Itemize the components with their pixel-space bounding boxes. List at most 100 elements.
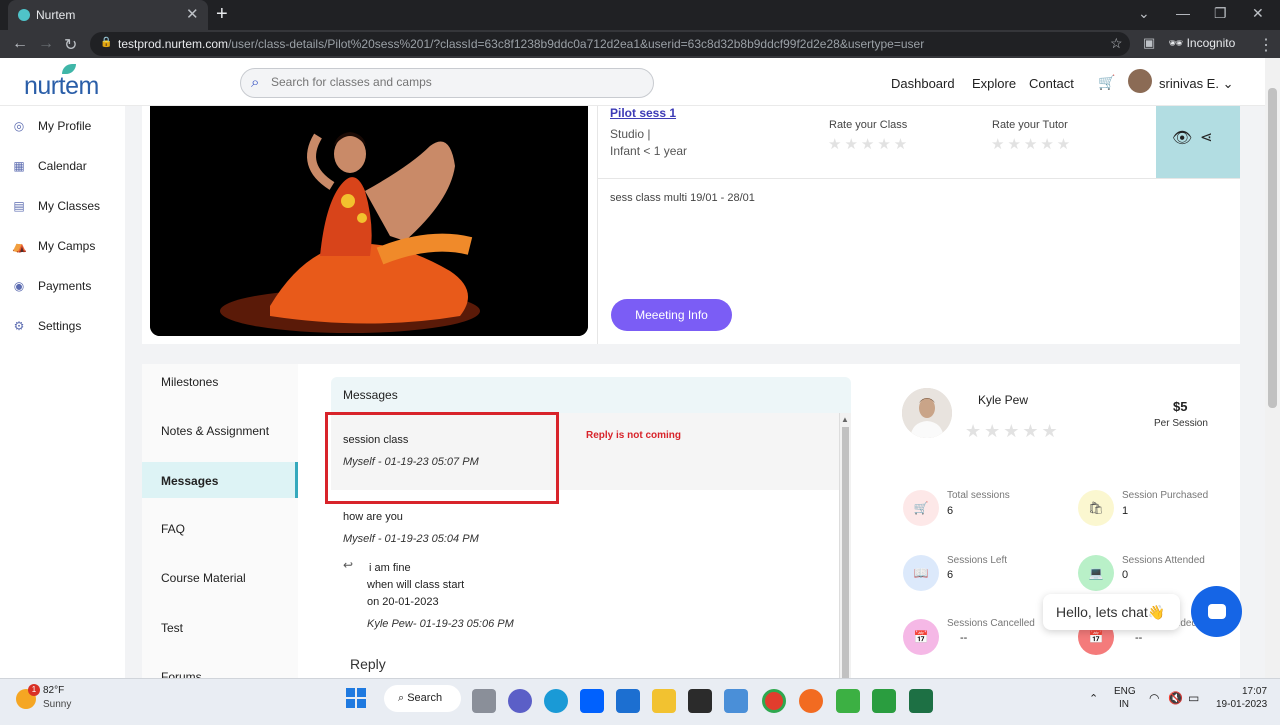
nav-dashboard[interactable]: Dashboard: [891, 76, 955, 91]
camps-icon: ⛺: [12, 239, 27, 253]
settings-icon: ⚙: [13, 319, 25, 333]
reply-meta: Kyle Pew- 01-19-23 05:06 PM: [367, 618, 514, 630]
rate-class-stars[interactable]: ★★★★★: [828, 135, 910, 153]
tutor-avatar: [902, 388, 952, 438]
meeting-info-button[interactable]: Meeeting Info: [611, 299, 732, 331]
nav-explore[interactable]: Explore: [972, 76, 1016, 91]
teams-chat-icon[interactable]: [508, 689, 532, 713]
avatar[interactable]: [1128, 69, 1152, 93]
class-title[interactable]: Pilot sess 1: [610, 106, 676, 120]
wifi-icon[interactable]: ◠: [1149, 691, 1159, 705]
chat-greeting-popup[interactable]: Hello, lets chat👋: [1043, 594, 1180, 630]
volume-mute-icon[interactable]: 🔇: [1168, 691, 1183, 705]
stat-value: --: [1135, 632, 1143, 644]
incognito-label: Incognito: [1186, 36, 1236, 50]
show-hidden-icons[interactable]: ⌃: [1089, 692, 1098, 705]
app-k2-icon[interactable]: [872, 689, 896, 713]
chrome-icon[interactable]: [762, 689, 786, 713]
side-panel-icon[interactable]: ▣: [1143, 35, 1155, 51]
tab-test[interactable]: Test: [161, 621, 183, 635]
app-k-icon[interactable]: [836, 689, 860, 713]
reload-icon[interactable]: ↻: [64, 35, 77, 55]
stat-value: --: [960, 632, 968, 644]
start-windows-icon[interactable]: [346, 688, 366, 708]
scroll-up-icon[interactable]: ▲: [841, 415, 849, 424]
reply-button[interactable]: Reply: [350, 656, 386, 672]
reply-arrow-icon: ↩: [343, 558, 354, 572]
excel-icon[interactable]: [909, 689, 933, 713]
bookmark-star-icon[interactable]: ☆: [1110, 35, 1123, 52]
lang-line1[interactable]: ENG: [1114, 686, 1136, 697]
sidebar-item-label: My Camps: [38, 239, 96, 253]
browser-tab-strip: Nurtem ✕ + ⌄ — ❐ ✕: [0, 0, 1280, 30]
sidebar-item-settings[interactable]: ⚙ Settings: [12, 316, 82, 336]
browser-menu-icon[interactable]: ⋮: [1258, 35, 1274, 55]
lang-line2[interactable]: IN: [1119, 699, 1129, 710]
taskbar-search[interactable]: ⌕ Search: [384, 685, 461, 712]
page-scrollbar[interactable]: [1265, 58, 1280, 678]
close-tab-icon[interactable]: ✕: [186, 5, 199, 23]
url-field[interactable]: testprod.nurtem.com/user/class-details/P…: [90, 32, 1130, 56]
maximize-icon[interactable]: ❐: [1214, 5, 1227, 22]
rate-tutor-stars[interactable]: ★★★★★: [991, 135, 1073, 153]
stat-value: 1: [1122, 505, 1129, 517]
search-bar[interactable]: ⌕: [240, 68, 654, 98]
nurtem-logo[interactable]: nurtem: [24, 64, 99, 101]
rate-class-label: Rate your Class: [829, 119, 908, 131]
laptop-icon: 💻: [1078, 555, 1114, 591]
battery-icon[interactable]: ▭: [1188, 691, 1199, 705]
sidebar-item-label: Settings: [38, 319, 82, 333]
task-view-icon[interactable]: [472, 689, 496, 713]
messages-scrollbar[interactable]: ▲: [839, 413, 851, 678]
firefox-icon[interactable]: [799, 689, 823, 713]
view-eye-icon[interactable]: 👁: [1172, 128, 1192, 148]
incognito-indicator[interactable]: 🕶 Incognito: [1168, 36, 1235, 50]
book-icon: 📖: [903, 555, 939, 591]
clock-time[interactable]: 17:07: [1242, 686, 1267, 697]
sidebar-item-my-profile[interactable]: ◎ My Profile: [12, 116, 92, 136]
app-icon[interactable]: [688, 689, 712, 713]
back-icon[interactable]: ←: [12, 35, 28, 53]
dancer-image-icon: [150, 106, 588, 336]
dropbox-icon[interactable]: [580, 689, 604, 713]
nurtem-favicon-icon: [18, 9, 30, 21]
cart-icon[interactable]: 🛒: [1098, 74, 1115, 91]
search-icon[interactable]: ⌕: [251, 74, 259, 91]
price: $5: [1173, 399, 1188, 414]
notepad-icon[interactable]: [724, 689, 748, 713]
tab-milestones[interactable]: Milestones: [161, 375, 218, 389]
sidebar-item-my-camps[interactable]: ⛺ My Camps: [12, 236, 95, 256]
share-icon[interactable]: ⋖: [1200, 128, 1213, 146]
chat-launcher-button[interactable]: [1191, 586, 1242, 637]
tab-faq[interactable]: FAQ: [161, 522, 185, 536]
tab-search-icon[interactable]: ⌄: [1138, 5, 1150, 22]
tab-course-material[interactable]: Course Material: [161, 571, 246, 585]
mail-icon[interactable]: [616, 689, 640, 713]
sidebar-item-my-classes[interactable]: ▤ My Classes: [12, 196, 100, 216]
shopping-bag-icon: 🛍: [1078, 490, 1114, 526]
sidebar-item-payments[interactable]: ◉ Payments: [12, 276, 92, 296]
tab-messages[interactable]: Messages: [161, 474, 218, 488]
page-scroll-thumb[interactable]: [1268, 88, 1277, 408]
reply-line: when will class start: [367, 579, 465, 591]
reply-line: on 20-01-2023: [367, 596, 439, 608]
weather-badge: 1: [28, 684, 40, 696]
new-tab-icon[interactable]: +: [216, 3, 228, 26]
nav-contact[interactable]: Contact: [1029, 76, 1074, 91]
url-path: /user/class-details/Pilot%20sess%201/?cl…: [228, 37, 925, 51]
window-close-icon[interactable]: ✕: [1252, 5, 1264, 22]
search-input[interactable]: [271, 75, 631, 89]
class-description: sess class multi 19/01 - 28/01: [610, 192, 755, 204]
edge-browser-icon[interactable]: [544, 689, 568, 713]
lock-icon[interactable]: 🔒: [100, 37, 112, 48]
minimize-icon[interactable]: —: [1176, 5, 1190, 21]
scroll-thumb[interactable]: [842, 427, 849, 678]
clock-date[interactable]: 19-01-2023: [1216, 699, 1267, 710]
forward-icon[interactable]: →: [38, 35, 54, 53]
tab-notes-assignment[interactable]: Notes & Assignment: [161, 424, 269, 438]
user-menu[interactable]: srinivas E. ⌄: [1159, 76, 1234, 92]
browser-tab[interactable]: Nurtem ✕: [8, 0, 208, 30]
sidebar-item-calendar[interactable]: ▦ Calendar: [12, 156, 86, 176]
price-unit: Per Session: [1154, 418, 1208, 429]
file-explorer-icon[interactable]: [652, 689, 676, 713]
